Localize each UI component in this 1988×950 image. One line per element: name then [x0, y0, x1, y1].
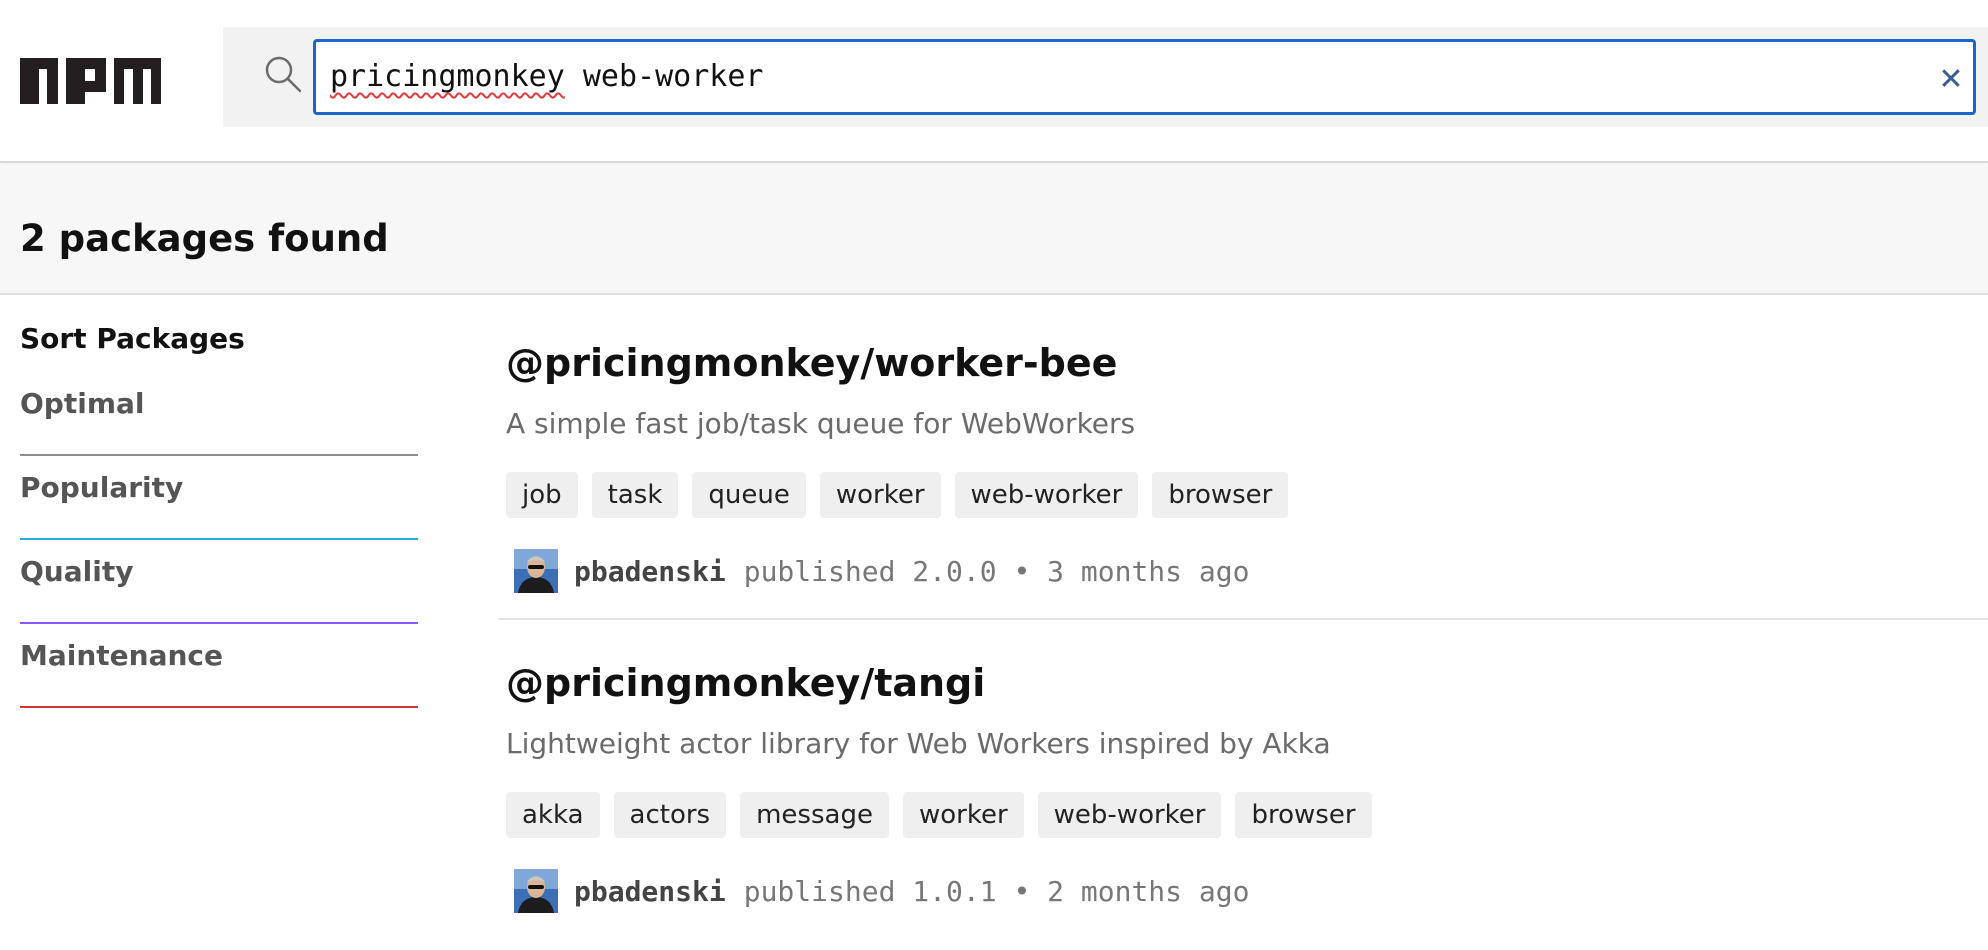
sort-options: Optimal Popularity Quality Maintenance: [20, 372, 418, 708]
results-count-band: 2 packages found: [0, 165, 1988, 295]
sort-option-quality[interactable]: Quality: [20, 540, 418, 624]
clear-search-button[interactable]: ✕: [1933, 61, 1969, 97]
npm-logo[interactable]: [20, 58, 161, 104]
avatar[interactable]: [514, 549, 558, 593]
sort-option-label: Popularity: [20, 471, 184, 504]
keyword-tag[interactable]: job: [506, 472, 578, 518]
keyword-tag[interactable]: web-worker: [1037, 792, 1222, 838]
search-input-wrapper: pricingmonkey web-worker ✕: [313, 39, 1976, 115]
keyword-tag[interactable]: browser: [1235, 792, 1372, 838]
close-icon: ✕: [1938, 61, 1964, 97]
keyword-tag[interactable]: browser: [1152, 472, 1289, 518]
search-icon: [265, 56, 302, 93]
sort-option-label: Quality: [20, 555, 134, 588]
results-count: 2 packages found: [20, 217, 389, 260]
search-query-misspelled-word: pricingmonkey: [330, 59, 565, 94]
keyword-list: job task queue worker web-worker browser: [506, 472, 1289, 518]
keyword-tag[interactable]: message: [740, 792, 889, 838]
search-input[interactable]: pricingmonkey web-worker: [330, 42, 1890, 112]
keyword-tag[interactable]: web-worker: [954, 472, 1139, 518]
avatar[interactable]: [514, 869, 558, 913]
publisher-row: pbadenski published 1.0.1 • 2 months ago: [514, 868, 1249, 914]
publish-info: published 2.0.0 • 3 months ago: [743, 554, 1250, 588]
package-name-link[interactable]: @pricingmonkey/tangi: [506, 658, 985, 708]
sort-heading: Sort Packages: [20, 322, 245, 355]
keyword-tag[interactable]: task: [591, 472, 679, 518]
keyword-tag[interactable]: queue: [692, 472, 806, 518]
sort-option-bar: [20, 706, 418, 708]
sort-option-popularity[interactable]: Popularity: [20, 456, 418, 540]
sort-option-label: Optimal: [20, 387, 145, 420]
publisher-name-link[interactable]: pbadenski: [574, 875, 726, 908]
keyword-list: akka actors message worker web-worker browser: [506, 792, 1372, 838]
keyword-tag[interactable]: worker: [819, 472, 941, 518]
publisher-row: pbadenski published 2.0.0 • 3 months ago: [514, 548, 1249, 594]
keyword-tag[interactable]: worker: [902, 792, 1024, 838]
package-description: Lightweight actor library for Web Worker…: [506, 727, 1331, 760]
sort-option-maintenance[interactable]: Maintenance: [20, 624, 418, 708]
keyword-tag[interactable]: actors: [613, 792, 727, 838]
package-name-link[interactable]: @pricingmonkey/worker-bee: [506, 338, 1117, 388]
package-description: A simple fast job/task queue for WebWork…: [506, 407, 1136, 440]
sort-option-label: Maintenance: [20, 639, 224, 672]
sort-option-optimal[interactable]: Optimal: [20, 372, 418, 456]
package-results: @pricingmonkey/worker-bee A simple fast j…: [498, 300, 1988, 940]
package-result: @pricingmonkey/tangi Lightweight actor li…: [498, 620, 1988, 940]
search-bar: pricingmonkey web-worker ✕: [223, 27, 1988, 127]
keyword-tag[interactable]: akka: [506, 792, 600, 838]
sort-sidebar: Sort Packages Optimal Popularity Quality Ma…: [20, 318, 418, 708]
publisher-name-link[interactable]: pbadenski: [574, 555, 726, 588]
publish-info: published 1.0.1 • 2 months ago: [743, 874, 1250, 908]
search-query-rest: web-worker: [564, 59, 764, 94]
site-header: pricingmonkey web-worker ✕: [0, 0, 1988, 163]
package-result: @pricingmonkey/worker-bee A simple fast j…: [498, 300, 1988, 620]
